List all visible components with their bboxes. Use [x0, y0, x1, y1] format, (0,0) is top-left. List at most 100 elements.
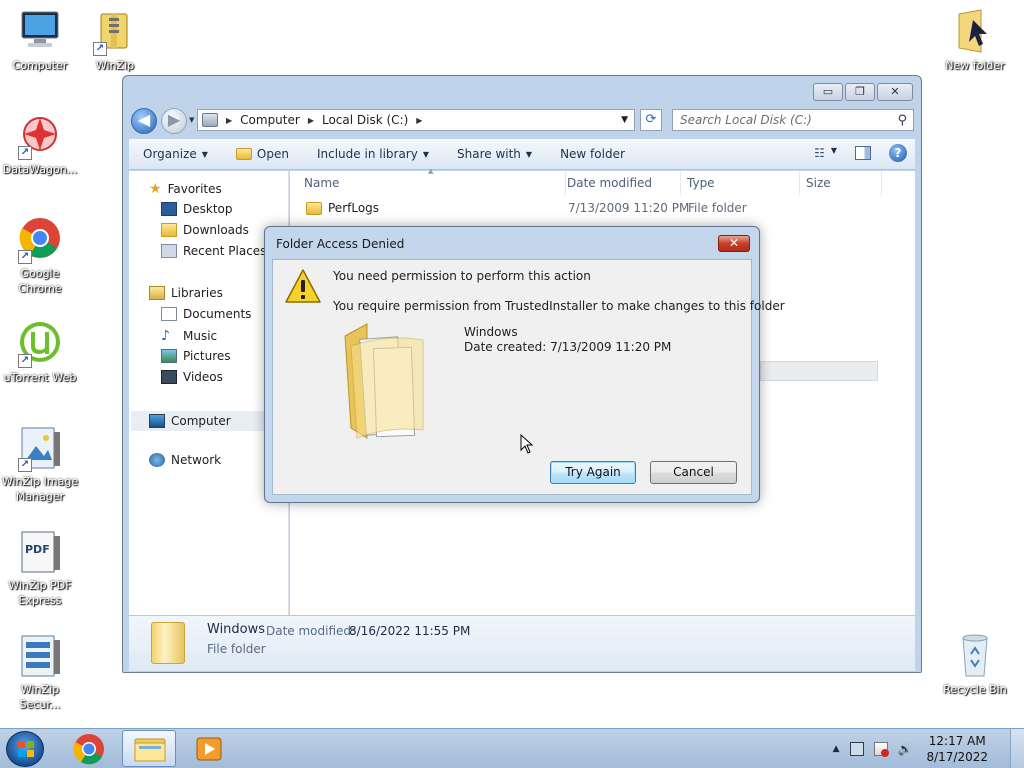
shortcut-arrow-icon: ↗	[93, 42, 107, 56]
winzip-pdf-express-desktop-icon[interactable]: PDF WinZip PDF Express	[0, 528, 80, 608]
nav-recent-places[interactable]: Recent Places	[161, 244, 266, 258]
music-icon: ♪	[161, 328, 170, 344]
desktop-icon-label: Recycle Bin	[943, 683, 1007, 696]
open-button[interactable]: Open	[222, 147, 303, 161]
share-with-button[interactable]: Share with ▼	[443, 147, 546, 161]
taskbar-explorer-button[interactable]	[122, 730, 176, 767]
datawagon-desktop-icon[interactable]: ↗ DataWagon...	[0, 112, 80, 177]
folder-icon	[151, 622, 185, 664]
computer-desktop-icon[interactable]: Computer	[0, 8, 80, 73]
nav-computer[interactable]: Computer	[131, 411, 264, 431]
details-type: File folder	[207, 642, 266, 656]
utorrent-icon: ↗	[16, 320, 64, 368]
dialog-message-main: You need permission to perform this acti…	[333, 269, 591, 283]
details-date-value: 8/16/2022 11:55 PM	[349, 624, 471, 638]
shortcut-arrow-icon: ↗	[18, 146, 32, 160]
nav-pictures-label: Pictures	[183, 349, 231, 363]
refresh-button[interactable]: ⟳	[640, 109, 662, 131]
nav-network[interactable]: Network	[149, 453, 221, 467]
show-desktop-button[interactable]	[1010, 729, 1024, 768]
videos-icon	[161, 370, 177, 384]
nav-pictures[interactable]: Pictures	[161, 349, 231, 363]
pdf-badge: PDF	[25, 543, 50, 556]
column-header-type[interactable]: Type	[681, 171, 800, 195]
close-button[interactable]: ✕	[877, 83, 913, 101]
forward-button[interactable]: ▶	[161, 108, 187, 134]
command-bar: Organize ▼ Open Include in library ▼ Sha…	[129, 139, 915, 170]
try-again-button[interactable]: Try Again	[550, 461, 636, 484]
show-hidden-icons-button[interactable]: ▲	[833, 744, 840, 754]
shortcut-arrow-icon: ↗	[18, 458, 32, 472]
address-bar[interactable]: ▶ Computer ▶ Local Disk (C:) ▶ ▼	[197, 109, 635, 131]
nav-downloads[interactable]: Downloads	[161, 223, 249, 237]
chevron-down-icon: ▼	[201, 149, 208, 159]
nav-desktop[interactable]: Desktop	[161, 202, 233, 216]
nav-desktop-label: Desktop	[183, 202, 233, 216]
computer-icon	[149, 414, 165, 428]
help-icon[interactable]: ?	[889, 144, 907, 162]
table-row[interactable]: PerfLogs	[306, 201, 379, 215]
clock[interactable]: 12:17 AM 8/17/2022	[926, 733, 988, 765]
nav-libraries-label: Libraries	[171, 286, 223, 300]
nav-libraries[interactable]: Libraries	[149, 286, 223, 300]
desktop-icon-label: WinZip PDF Express	[8, 579, 72, 607]
nav-favorites-label: Favorites	[167, 182, 222, 196]
back-button[interactable]: ◀	[131, 108, 157, 134]
selected-row-highlight	[760, 361, 878, 381]
sort-arrow-icon: ▲	[428, 167, 434, 175]
taskbar-media-player-button[interactable]	[182, 730, 236, 767]
taskbar-chrome-button[interactable]	[62, 730, 116, 767]
desktop-icon-label: WinZip	[95, 59, 135, 72]
dialog-close-button[interactable]: ✕	[718, 235, 750, 252]
cancel-button[interactable]: Cancel	[650, 461, 737, 484]
winzip-icon: ↗	[91, 8, 139, 56]
dialog-item-date: Date created: 7/13/2009 11:20 PM	[464, 340, 672, 354]
desktop-icon-label: Google Chrome	[18, 267, 62, 295]
new-folder-button[interactable]: New folder	[546, 147, 639, 161]
winzip-secure-desktop-icon[interactable]: WinZip Secur...	[0, 632, 80, 712]
nav-music[interactable]: ♪ Music	[161, 328, 217, 344]
breadcrumb-local-disk[interactable]: Local Disk (C:)	[322, 113, 408, 127]
search-icon[interactable]: ⚲	[897, 111, 907, 131]
recent-pages-dropdown-icon[interactable]: ▼	[189, 116, 194, 124]
search-input[interactable]: Search Local Disk (C:) ⚲	[672, 109, 914, 131]
breadcrumb-separator-icon[interactable]: ▶	[226, 116, 232, 125]
organize-menu-button[interactable]: Organize ▼	[129, 147, 222, 161]
winzip-image-manager-desktop-icon[interactable]: ↗ WinZip Image Manager	[0, 424, 80, 504]
breadcrumb-computer[interactable]: Computer	[240, 113, 300, 127]
minimize-button[interactable]: ▭	[813, 83, 843, 101]
shortcut-arrow-icon: ↗	[18, 250, 32, 264]
window-controls: ▭ ❐ ✕	[813, 83, 913, 101]
action-center-flag-icon[interactable]	[873, 742, 889, 757]
include-in-library-button[interactable]: Include in library ▼	[303, 147, 443, 161]
recent-places-icon	[161, 244, 177, 258]
nav-videos[interactable]: Videos	[161, 370, 223, 384]
network-tray-icon[interactable]	[849, 742, 864, 756]
start-button[interactable]	[6, 731, 44, 767]
column-header-size[interactable]: Size	[800, 171, 882, 195]
address-dropdown-icon[interactable]: ▼	[621, 115, 628, 125]
recycle-bin-desktop-icon[interactable]: Recycle Bin	[935, 632, 1015, 697]
folder-icon	[951, 8, 999, 56]
volume-icon[interactable]: 🔊	[898, 742, 913, 756]
nav-music-label: Music	[183, 329, 218, 343]
preview-pane-icon[interactable]	[855, 146, 871, 160]
nav-documents[interactable]: Documents	[161, 307, 251, 321]
change-view-button[interactable]: ☷ ▼	[814, 146, 837, 160]
details-date-label: Date modified:	[266, 624, 356, 638]
dialog-title: Folder Access Denied	[276, 237, 405, 251]
folder-icon	[306, 201, 322, 215]
google-chrome-desktop-icon[interactable]: ↗ Google Chrome	[0, 216, 80, 296]
utorrent-web-desktop-icon[interactable]: ↗ uTorrent Web	[0, 320, 80, 385]
clock-date: 8/17/2022	[926, 750, 988, 764]
maximize-button[interactable]: ❐	[845, 83, 875, 101]
column-header-date-modified[interactable]: Date modified	[561, 171, 681, 195]
nav-favorites[interactable]: ★ Favorites	[149, 181, 222, 197]
details-name: Windows	[207, 622, 266, 637]
winzip-desktop-icon[interactable]: ↗ WinZip	[75, 8, 155, 73]
breadcrumb-separator-icon[interactable]: ▶	[416, 116, 422, 125]
row-date-modified: 7/13/2009 11:20 PM	[568, 201, 690, 215]
new-folder-desktop-icon[interactable]: New folder	[935, 8, 1015, 73]
share-with-label: Share with	[457, 147, 521, 161]
breadcrumb-separator-icon[interactable]: ▶	[308, 116, 314, 125]
